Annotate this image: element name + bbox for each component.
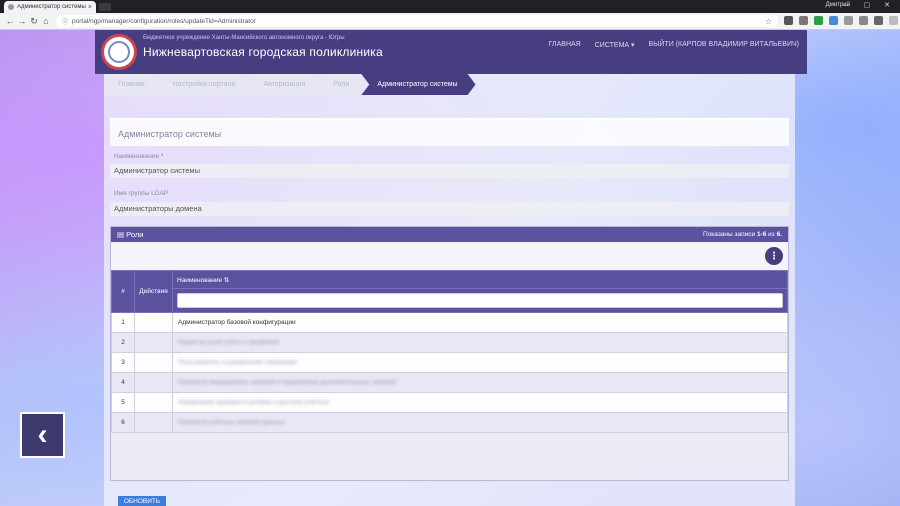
info-icon[interactable]: ⓘ <box>62 17 68 26</box>
grid-header: ▤ Роли Показаны записи 1-6 из 6. <box>111 227 788 242</box>
table-row[interactable]: 3 Пользователь и управление справками <box>111 352 788 373</box>
extension-icon[interactable] <box>799 16 808 25</box>
row-number: 4 <box>111 372 135 393</box>
menu-icon[interactable] <box>889 16 898 25</box>
filter-cell <box>172 288 788 313</box>
home-icon[interactable]: ⌂ <box>40 16 52 26</box>
grid-summary: Показаны записи 1-6 из 6. <box>703 231 782 238</box>
window-controls[interactable]: — ▢ ✕ <box>843 1 896 9</box>
refresh-button[interactable]: ОБНОВИТЬ <box>118 496 166 506</box>
logo[interactable] <box>101 34 137 70</box>
row-name: Пользователь и управление справками <box>172 352 788 373</box>
nav-logout[interactable]: ВЫЙТИ (КАРПОВ ВЛАДИМИР ВИТАЛЬЕВИЧ) <box>649 41 799 49</box>
row-number: 6 <box>111 412 135 433</box>
table-row[interactable]: 5 Управление правами и ролями и доступа у… <box>111 392 788 413</box>
grid-title-text: Роли <box>126 230 144 239</box>
grid-title: ▤ Роли <box>117 230 144 239</box>
name-field[interactable]: Администратор системы <box>110 164 789 178</box>
page-title: Администратор системы <box>110 118 789 146</box>
summary-total: 6. <box>776 231 782 238</box>
name-label: Наименование * <box>114 153 163 160</box>
main-content: Главная Настройки портала Авторизация Ро… <box>104 74 795 506</box>
row-actions[interactable] <box>134 372 173 393</box>
breadcrumb-current: Администратор системы <box>361 74 475 95</box>
ldap-field[interactable]: Администраторы домена <box>110 202 789 216</box>
breadcrumb-portal-settings[interactable]: Настройки портала <box>157 74 254 95</box>
back-arrow-button[interactable]: ‹ <box>20 412 65 458</box>
row-name: Просмотр учётных записей данных <box>172 412 788 433</box>
row-number: 3 <box>111 352 135 373</box>
site-title: Нижневартовская городская поликлиника <box>143 45 383 59</box>
table-row[interactable]: 1 Администратор базовой конфигурации <box>111 312 788 333</box>
back-icon[interactable]: ← <box>4 16 16 26</box>
col-name[interactable]: Наименование ⇅ <box>172 270 788 289</box>
required-mark: * <box>160 153 164 160</box>
bookmark-star-icon[interactable]: ☆ <box>765 17 772 26</box>
grid-toolbar: ⋮ <box>111 242 788 270</box>
breadcrumb-authorization[interactable]: Авторизация <box>247 74 323 95</box>
col-number: # <box>111 270 135 313</box>
row-name: Редактор роли учёта и профилей <box>172 332 788 353</box>
nav-system[interactable]: СИСТЕМА ▾ <box>595 41 635 49</box>
summary-range: 1-6 <box>756 231 767 238</box>
ldap-label: Имя группы LDAP <box>114 190 169 197</box>
site-header: Бюджетное учреждение Ханты-Мансийского а… <box>95 30 807 74</box>
row-actions[interactable] <box>134 392 173 413</box>
nav-home[interactable]: ГЛАВНАЯ <box>549 41 581 49</box>
col-actions: Действия <box>134 270 173 313</box>
table-row[interactable]: 4 Просмотр медицинских записей и параметр… <box>111 372 788 393</box>
name-filter-input[interactable] <box>177 293 783 308</box>
row-actions[interactable] <box>134 312 173 333</box>
row-actions[interactable] <box>134 332 173 353</box>
logo-emblem-icon <box>108 41 130 63</box>
extensions <box>784 16 898 25</box>
table-row[interactable]: 6 Просмотр учётных записей данных <box>111 412 788 433</box>
row-name: Администратор базовой конфигурации <box>172 312 788 333</box>
url-input[interactable]: ⓘ portal/ngp/manager/configuration/roles… <box>56 15 778 27</box>
row-actions[interactable] <box>134 412 173 433</box>
extension-icon[interactable] <box>829 16 838 25</box>
site-subtitle: Бюджетное учреждение Ханты-Мансийского а… <box>143 35 345 41</box>
row-number: 5 <box>111 392 135 413</box>
extension-icon[interactable] <box>784 16 793 25</box>
address-bar: ← → ↻ ⌂ ⓘ portal/ngp/manager/configurati… <box>0 13 900 30</box>
summary-prefix: Показаны записи <box>703 231 757 238</box>
row-name: Просмотр медицинских записей и параметро… <box>172 372 788 393</box>
url-text: portal/ngp/manager/configuration/roles/u… <box>72 17 256 25</box>
forward-icon[interactable]: → <box>16 16 28 26</box>
top-nav: ГЛАВНАЯ СИСТЕМА ▾ ВЫЙТИ (КАРПОВ ВЛАДИМИР… <box>549 41 799 49</box>
extension-icon[interactable] <box>859 16 868 25</box>
close-tab-icon[interactable]: × <box>88 4 92 11</box>
roles-table: # Действия Наименование ⇅ 1 Администратор… <box>111 270 788 433</box>
reload-icon[interactable]: ↻ <box>28 16 40 27</box>
more-options-button[interactable]: ⋮ <box>765 247 783 265</box>
roles-grid: ▤ Роли Показаны записи 1-6 из 6. ⋮ # Дей… <box>110 226 789 481</box>
browser-tab[interactable]: Администратор системы × <box>4 1 96 13</box>
new-tab-button[interactable] <box>99 3 111 11</box>
extension-icon[interactable] <box>814 16 823 25</box>
row-number: 1 <box>111 312 135 333</box>
favicon-icon <box>8 4 14 10</box>
summary-of: из <box>766 231 777 238</box>
extension-icon[interactable] <box>844 16 853 25</box>
breadcrumb: Главная Настройки портала Авторизация Ро… <box>104 74 470 95</box>
table-row[interactable]: 2 Редактор роли учёта и профилей <box>111 332 788 353</box>
row-name: Управление правами и ролями и доступа уч… <box>172 392 788 413</box>
breadcrumb-home[interactable]: Главная <box>104 74 163 95</box>
row-number: 2 <box>111 332 135 353</box>
browser-tabbar: Администратор системы × Дмитрий — ▢ ✕ <box>0 0 900 13</box>
breadcrumb-roles[interactable]: Роли <box>317 74 367 95</box>
name-label-text: Наименование <box>114 153 160 160</box>
tab-title: Администратор системы <box>17 4 86 10</box>
extension-icon[interactable] <box>874 16 883 25</box>
row-actions[interactable] <box>134 352 173 373</box>
